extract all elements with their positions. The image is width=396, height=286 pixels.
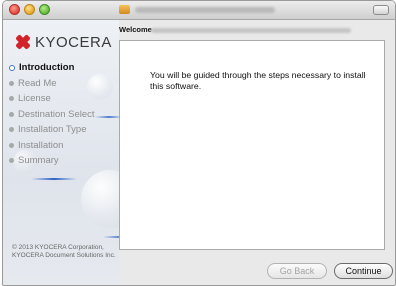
go-back-button[interactable]: Go Back [267, 263, 327, 279]
page-subtitle [151, 28, 351, 33]
step-label: Installation Type [18, 124, 87, 136]
step-indicator-icon [9, 111, 14, 117]
content-panel: You will be guided through the steps nec… [119, 40, 385, 250]
step-label: Introduction [19, 62, 75, 74]
step-introduction: Introduction [9, 60, 95, 76]
step-destination-select: Destination Select [9, 107, 95, 123]
toolbar-toggle-button[interactable] [373, 5, 389, 15]
minimize-window-button[interactable] [24, 4, 35, 15]
step-label: Destination Select [18, 108, 95, 120]
step-label: Installation [18, 139, 64, 151]
close-window-button[interactable] [9, 4, 20, 15]
decorative-streak [31, 178, 77, 180]
installer-steps: Introduction Read Me License Destination… [9, 60, 95, 169]
copyright-line-1: © 2013 KYOCERA Corporation, [12, 244, 104, 251]
step-label: License [18, 93, 51, 105]
step-summary: Summary [9, 153, 95, 169]
step-indicator-icon [9, 127, 14, 133]
package-icon [119, 5, 130, 14]
step-indicator-icon [9, 158, 14, 164]
copyright-line-2: KYOCERA Document Solutions Inc. [12, 252, 116, 259]
step-indicator-icon [9, 64, 15, 71]
step-label: Summary [18, 155, 59, 167]
installer-window: KYOCERA Introduction Read Me License Des… [2, 0, 396, 286]
kyocera-logo: KYOCERA [15, 32, 112, 52]
copyright-notice: © 2013 KYOCERA Corporation, KYOCERA Docu… [12, 244, 116, 260]
continue-button[interactable]: Continue [334, 263, 393, 279]
zoom-window-button[interactable] [39, 4, 50, 15]
title-bar [3, 1, 395, 20]
step-label: Read Me [18, 77, 57, 89]
window-title [135, 7, 275, 13]
page-title: Welcome [119, 25, 152, 34]
step-installation: Installation [9, 138, 95, 154]
step-license: License [9, 91, 95, 107]
step-indicator-icon [9, 80, 14, 86]
kyocera-logo-icon [15, 34, 31, 50]
step-read-me: Read Me [9, 76, 95, 92]
intro-text: You will be guided through the steps nec… [150, 70, 366, 91]
step-indicator-icon [9, 96, 14, 102]
step-installation-type: Installation Type [9, 122, 95, 138]
step-indicator-icon [9, 142, 14, 148]
logo-text: KYOCERA [35, 33, 112, 51]
